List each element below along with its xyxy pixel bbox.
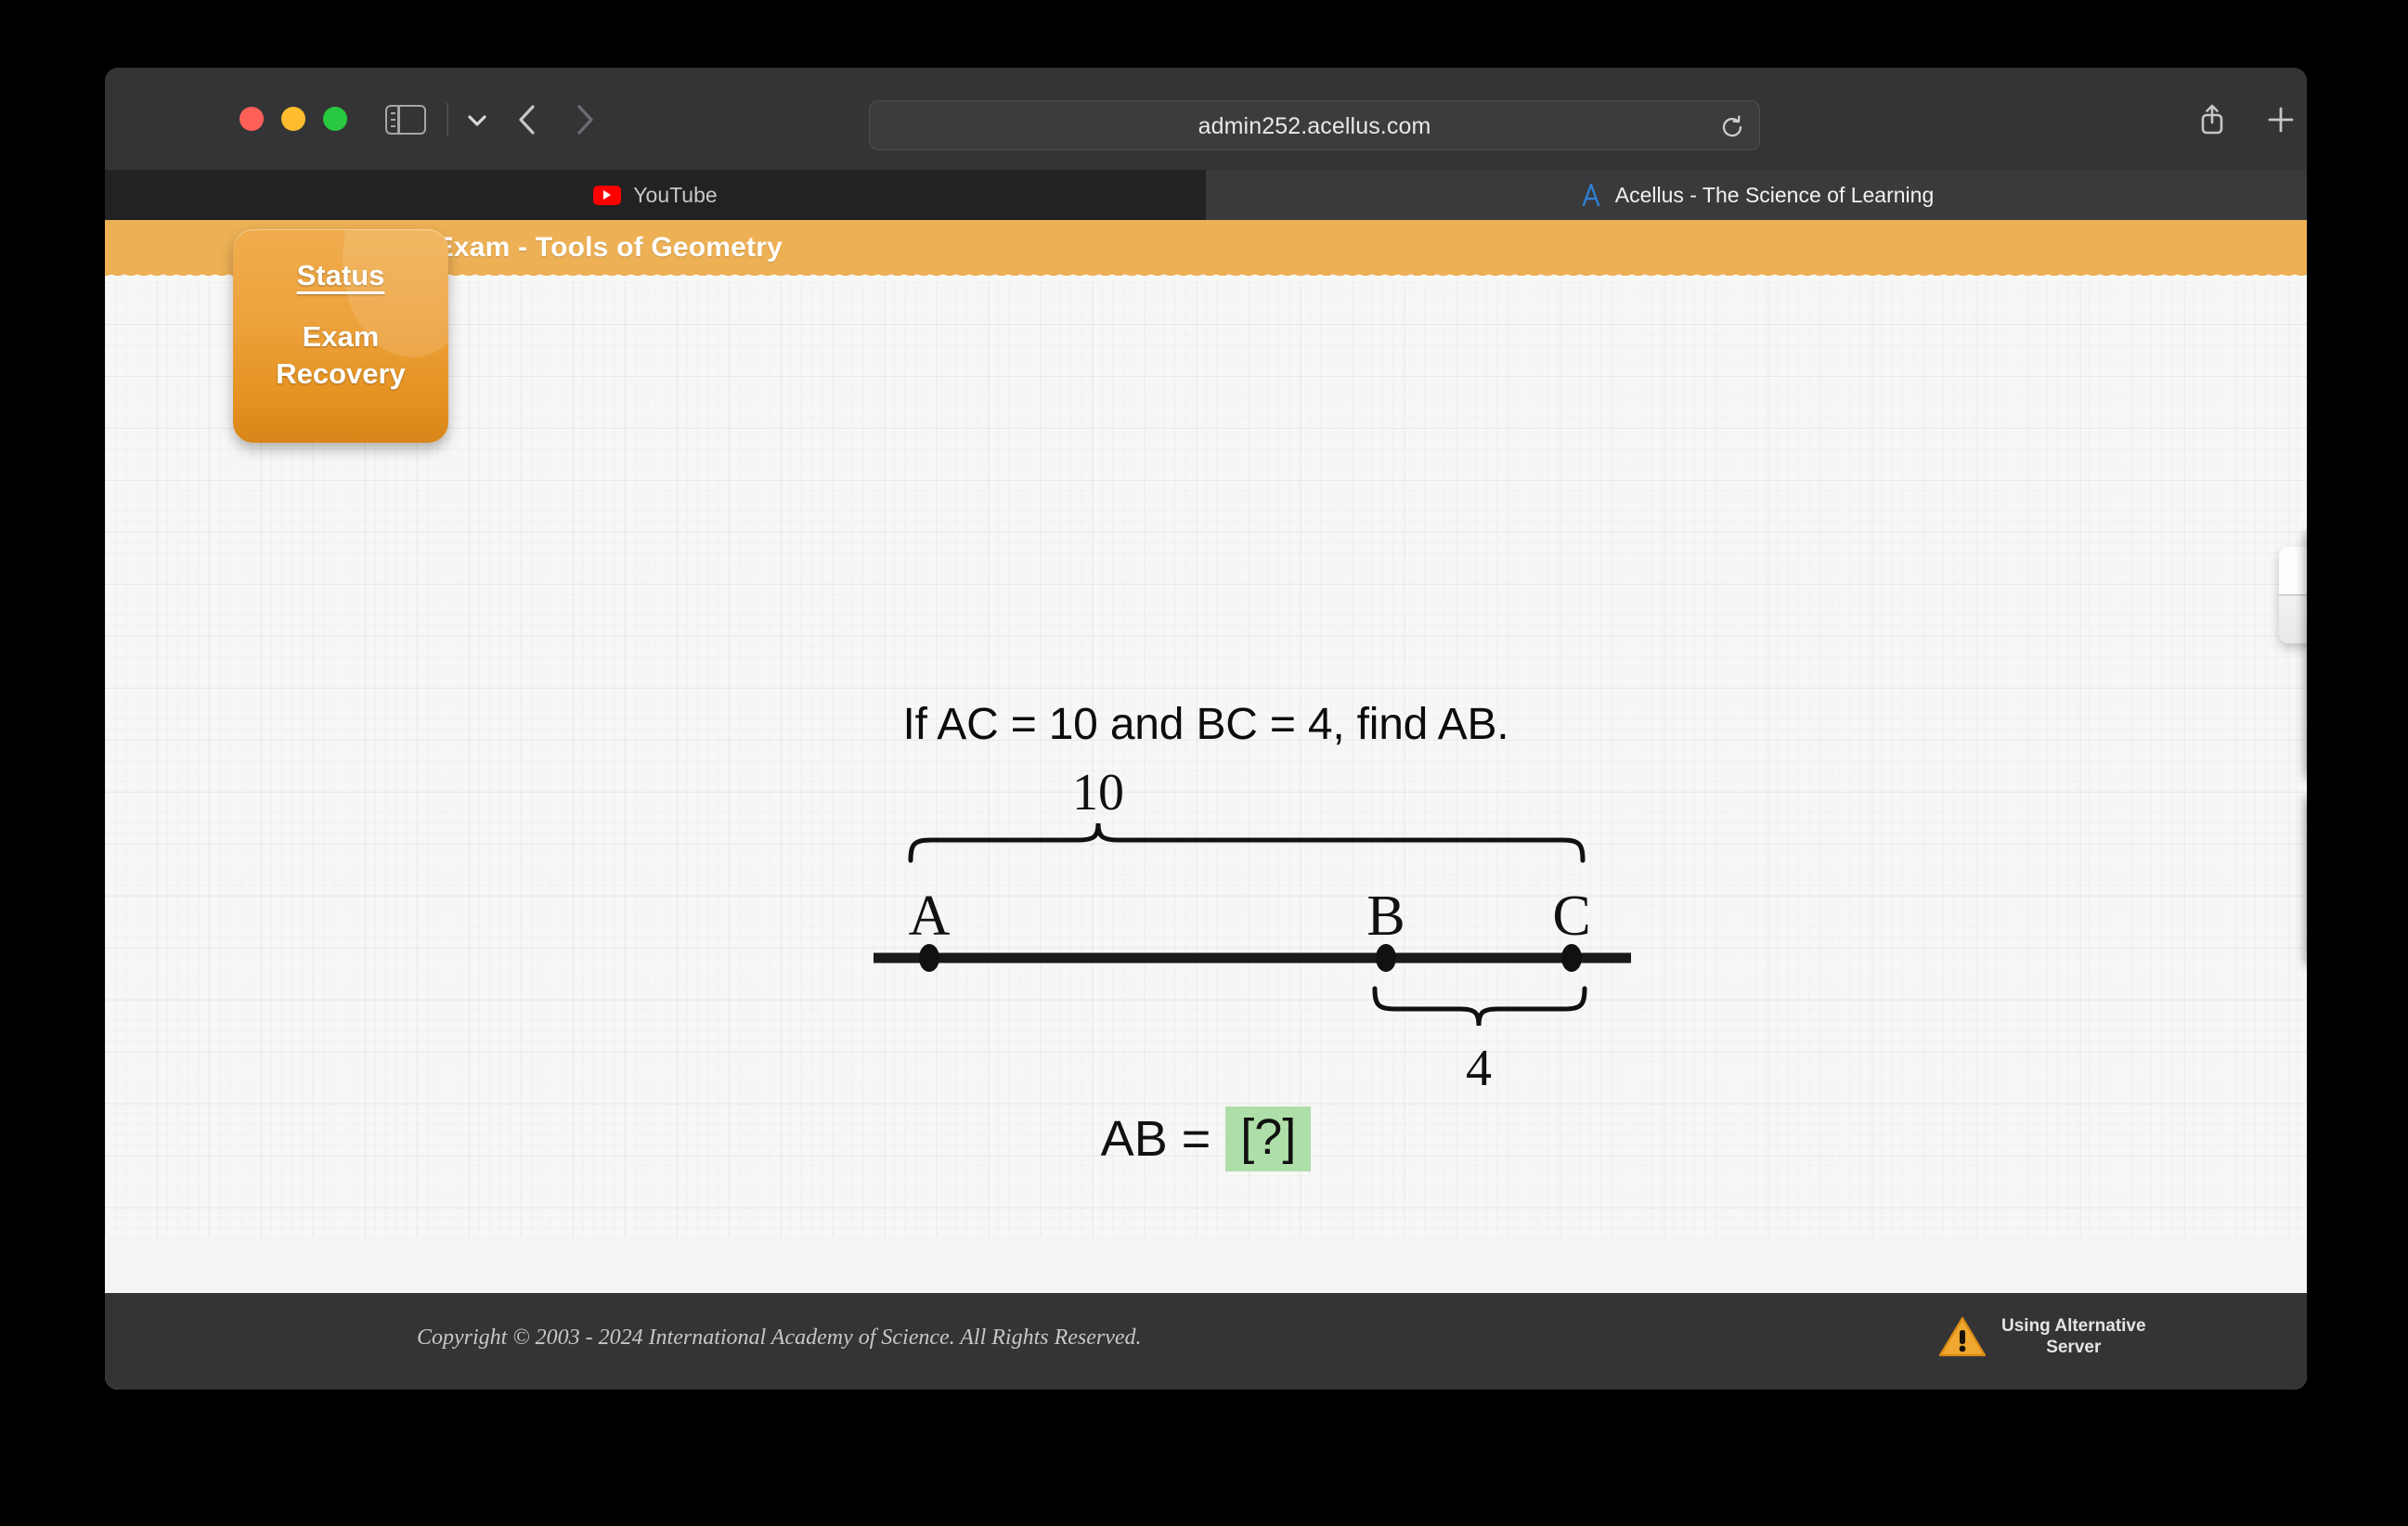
- sidebar-icon[interactable]: [385, 105, 426, 135]
- window-close-button[interactable]: [240, 107, 264, 131]
- tab-youtube-label: YouTube: [633, 182, 718, 207]
- chevron-down-icon[interactable]: [458, 103, 497, 136]
- question-counter: 5: [2279, 547, 2307, 643]
- alt-server-line1: Using Alternative: [2001, 1316, 2146, 1336]
- question-text: If AC = 10 and BC = 4, find AB.: [902, 700, 1509, 749]
- window-minimize-button[interactable]: [281, 107, 305, 131]
- answer-unknown-glyph: ?: [1254, 1109, 1283, 1165]
- bracket-right: ]: [1282, 1109, 1297, 1165]
- browser-window: admin252.acellus.com YouTube Acellus - T…: [105, 68, 2307, 1390]
- tab-youtube[interactable]: YouTube: [105, 170, 1206, 220]
- brace-top-label: 10: [1072, 764, 1124, 821]
- bracket-left: [: [1240, 1109, 1255, 1165]
- brace-bottom-label: 4: [1466, 1040, 1492, 1097]
- point-a: [919, 944, 939, 972]
- status-exam-recovery-badge[interactable]: Status Exam Recovery: [233, 229, 448, 443]
- answer-label: AB =: [1100, 1111, 1211, 1167]
- point-label-a: A: [909, 885, 951, 948]
- acellus-logo-icon: [1579, 183, 1603, 207]
- tab-acellus-label: Acellus - The Science of Learning: [1614, 182, 1935, 207]
- warning-triangle-icon: [1938, 1315, 1987, 1358]
- alt-server-line2: Server: [2046, 1338, 2102, 1358]
- point-label-b: B: [1366, 885, 1405, 948]
- alt-server-text: Using Alternative Server: [2001, 1315, 2146, 1358]
- plus-icon[interactable]: [2257, 97, 2305, 142]
- back-arrow-icon[interactable]: [504, 97, 552, 142]
- point-b: [1376, 944, 1396, 972]
- window-maximize-button[interactable]: [323, 107, 347, 131]
- url-text: admin252.acellus.com: [1198, 113, 1431, 139]
- youtube-icon: [593, 185, 622, 205]
- tab-acellus[interactable]: Acellus - The Science of Learning: [1206, 170, 2307, 220]
- acellus-page: Unit Exam - Tools of Geometry Status Exa…: [105, 220, 2307, 1390]
- reload-icon[interactable]: [1718, 113, 1746, 141]
- point-label-c: C: [1552, 885, 1590, 948]
- address-bar[interactable]: admin252.acellus.com: [869, 100, 1760, 150]
- number-line-diagram: 10 A B C 4: [874, 764, 1631, 1097]
- status-label: Status: [296, 259, 385, 291]
- tab-strip: YouTube Acellus - The Science of Learnin…: [105, 170, 2307, 220]
- answer-row: AB = [?]: [105, 1106, 2307, 1171]
- page-footer: Copyright © 2003 - 2024 International Ac…: [105, 1293, 2307, 1390]
- toolbar-divider: [447, 103, 448, 136]
- point-c: [1561, 944, 1582, 972]
- status-badge-line2: Recovery: [276, 357, 406, 390]
- forward-arrow-icon[interactable]: [560, 97, 608, 142]
- copyright-text: Copyright © 2003 - 2024 International Ac…: [417, 1326, 1142, 1350]
- answer-placeholder-box: [?]: [1225, 1106, 1312, 1171]
- alt-server-status: Using Alternative Server: [1938, 1315, 2146, 1358]
- browser-toolbar: admin252.acellus.com: [105, 68, 2307, 170]
- counter-value: 5: [2279, 547, 2307, 643]
- status-badge-line1: Exam: [302, 320, 380, 353]
- share-icon[interactable]: [2188, 97, 2236, 142]
